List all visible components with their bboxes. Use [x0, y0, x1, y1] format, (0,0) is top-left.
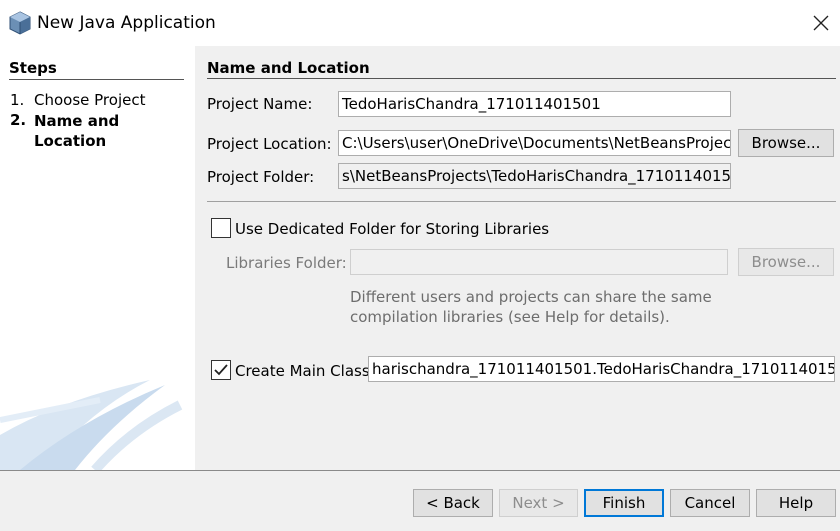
section-heading: Name and Location [207, 59, 370, 77]
step-number: 2. [10, 111, 27, 129]
title-bar: New Java Application [0, 0, 840, 46]
project-location-browse-button[interactable]: Browse... [738, 129, 834, 157]
netbeans-swoosh-graphic [0, 380, 183, 470]
dedicated-folder-label: Use Dedicated Folder for Storing Librari… [235, 220, 550, 238]
project-name-input[interactable]: TedoHarisChandra_171011401501 [338, 91, 731, 117]
project-location-input[interactable]: C:\Users\user\OneDrive\Documents\NetBean… [338, 130, 731, 156]
section-divider [207, 78, 836, 79]
step-label: Name and Location [34, 112, 120, 150]
window-title: New Java Application [37, 13, 216, 33]
close-button[interactable] [804, 6, 838, 40]
cancel-button[interactable]: Cancel [670, 489, 750, 517]
create-main-class-checkbox[interactable] [211, 360, 231, 380]
finish-button[interactable]: Finish [584, 489, 664, 517]
dedicated-folder-checkbox[interactable] [211, 218, 231, 238]
step-number: 1. [10, 91, 25, 109]
libraries-browse-button[interactable]: Browse... [738, 248, 834, 276]
netbeans-cube-icon [8, 11, 32, 35]
project-folder-field[interactable]: s\NetBeansProjects\TedoHarisChandra_1710… [338, 163, 731, 189]
step-label: Choose Project [34, 91, 146, 109]
main-class-input[interactable]: harischandra_171011401501.TedoHarisChand… [368, 356, 835, 382]
close-icon [813, 15, 829, 31]
libraries-help-text: Different users and projects can share t… [350, 287, 712, 327]
project-location-label: Project Location: [207, 135, 332, 153]
checkmark-icon [214, 364, 228, 376]
project-name-label: Project Name: [207, 95, 313, 113]
create-main-class-label: Create Main Class [235, 362, 370, 380]
project-folder-label: Project Folder: [207, 168, 315, 186]
help-text-line: Different users and projects can share t… [350, 288, 712, 306]
steps-heading: Steps [9, 59, 57, 77]
main-panel: Name and Location Project Name: TedoHari… [195, 46, 840, 470]
help-text-line: compilation libraries (see Help for deta… [350, 308, 670, 326]
libraries-folder-label: Libraries Folder: [226, 254, 347, 272]
steps-divider [9, 79, 184, 80]
separator [207, 201, 836, 202]
help-button[interactable]: Help [756, 489, 836, 517]
button-bar: < Back Next > Finish Cancel Help [0, 470, 840, 531]
next-button[interactable]: Next > [499, 489, 578, 517]
back-button[interactable]: < Back [413, 489, 493, 517]
libraries-folder-input[interactable] [350, 249, 728, 275]
steps-panel: Steps 1. Choose Project 2. Name and Loca… [0, 46, 195, 470]
